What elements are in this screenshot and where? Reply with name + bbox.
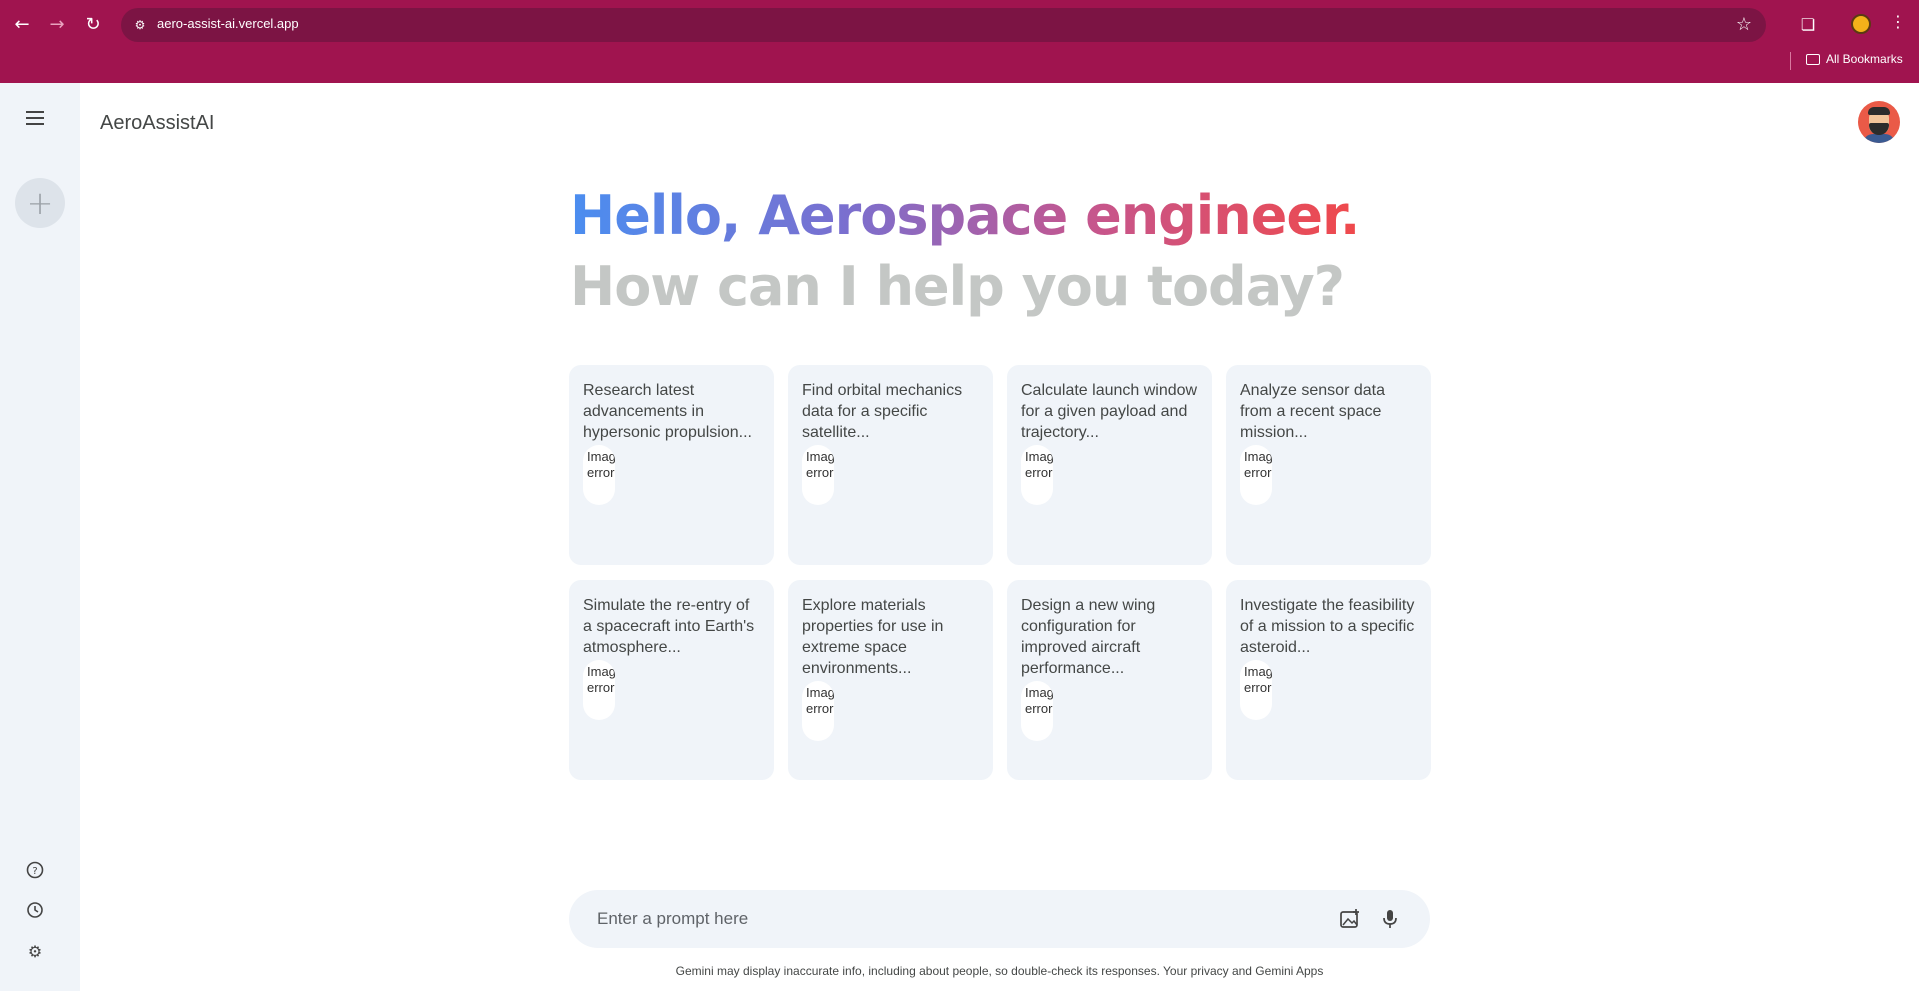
mic-icon[interactable]	[1377, 906, 1403, 932]
back-arrow-icon[interactable]: ←	[8, 10, 36, 38]
url-text: aero-assist-ai.vercel.app	[157, 16, 299, 31]
broken-image-icon: Image error	[1240, 445, 1272, 505]
broken-image-icon: Image error	[1240, 660, 1272, 720]
app-title: AeroAssistAI	[100, 112, 215, 134]
suggestion-card[interactable]: Simulate the re-entry of a spacecraft in…	[569, 580, 774, 780]
broken-image-icon: Image error	[583, 660, 615, 720]
card-text: Explore materials properties for use in …	[802, 597, 944, 677]
folder-icon	[1806, 53, 1820, 65]
card-text: Analyze sensor data from a recent space …	[1240, 382, 1385, 441]
all-bookmarks-label: All Bookmarks	[1826, 52, 1903, 66]
image-add-icon[interactable]	[1337, 906, 1363, 932]
card-text: Simulate the re-entry of a spacecraft in…	[583, 597, 755, 656]
site-info-icon[interactable]: ⚙	[131, 16, 149, 34]
svg-text:?: ?	[32, 866, 37, 877]
broken-image-icon: Image error	[1021, 681, 1053, 741]
reload-icon[interactable]: ↻	[79, 10, 107, 38]
broken-image-icon: Image error	[802, 445, 834, 505]
suggestion-card[interactable]: Design a new wing configuration for impr…	[1007, 580, 1212, 780]
gear-icon[interactable]: ⚙	[24, 940, 46, 962]
prompt-bar	[569, 890, 1430, 948]
suggestion-card[interactable]: Calculate launch window for a given payl…	[1007, 365, 1212, 565]
bookmarks-divider	[1790, 52, 1791, 70]
all-bookmarks-button[interactable]: All Bookmarks	[1806, 52, 1903, 66]
suggestion-card[interactable]: Research latest advancements in hyperson…	[569, 365, 774, 565]
browser-toolbar: ← → ↻ ⚙ aero-assist-ai.vercel.app ☆ ❏ ⋮ …	[0, 0, 1919, 83]
suggestion-card[interactable]: Find orbital mechanics data for a specif…	[788, 365, 993, 565]
address-bar[interactable]: ⚙ aero-assist-ai.vercel.app ☆	[121, 8, 1766, 42]
greeting-subheading: How can I help you today?	[570, 255, 1345, 318]
sidebar: + ? ⚙	[0, 83, 80, 991]
broken-image-icon: Image error	[1021, 445, 1053, 505]
plus-icon: +	[26, 184, 54, 222]
new-chat-button[interactable]: +	[15, 178, 65, 228]
help-icon[interactable]: ?	[24, 859, 46, 881]
broken-image-icon: Image error	[583, 445, 615, 505]
greeting-heading: Hello, Aerospace engineer.	[570, 184, 1360, 247]
suggestion-card[interactable]: Investigate the feasibility of a mission…	[1226, 580, 1431, 780]
prompt-input[interactable]	[597, 907, 1297, 931]
history-icon[interactable]	[24, 899, 46, 921]
user-avatar[interactable]	[1858, 101, 1900, 143]
card-text: Research latest advancements in hyperson…	[583, 382, 752, 441]
extensions-icon[interactable]: ❏	[1796, 12, 1820, 36]
suggestion-cards: Research latest advancements in hyperson…	[569, 365, 1431, 780]
profile-icon[interactable]	[1851, 14, 1871, 34]
suggestion-card[interactable]: Analyze sensor data from a recent space …	[1226, 365, 1431, 565]
card-text: Find orbital mechanics data for a specif…	[802, 382, 963, 441]
browser-menu-icon[interactable]: ⋮	[1890, 12, 1906, 31]
card-text: Design a new wing configuration for impr…	[1021, 597, 1156, 677]
broken-image-icon: Image error	[802, 681, 834, 741]
card-text: Calculate launch window for a given payl…	[1021, 382, 1198, 441]
menu-icon[interactable]	[26, 111, 44, 125]
disclaimer-text: Gemini may display inaccurate info, incl…	[675, 964, 1324, 978]
card-text: Investigate the feasibility of a mission…	[1240, 597, 1415, 656]
suggestion-card[interactable]: Explore materials properties for use in …	[788, 580, 993, 780]
bookmark-star-icon[interactable]: ☆	[1736, 14, 1752, 35]
forward-arrow-icon[interactable]: →	[43, 10, 71, 38]
